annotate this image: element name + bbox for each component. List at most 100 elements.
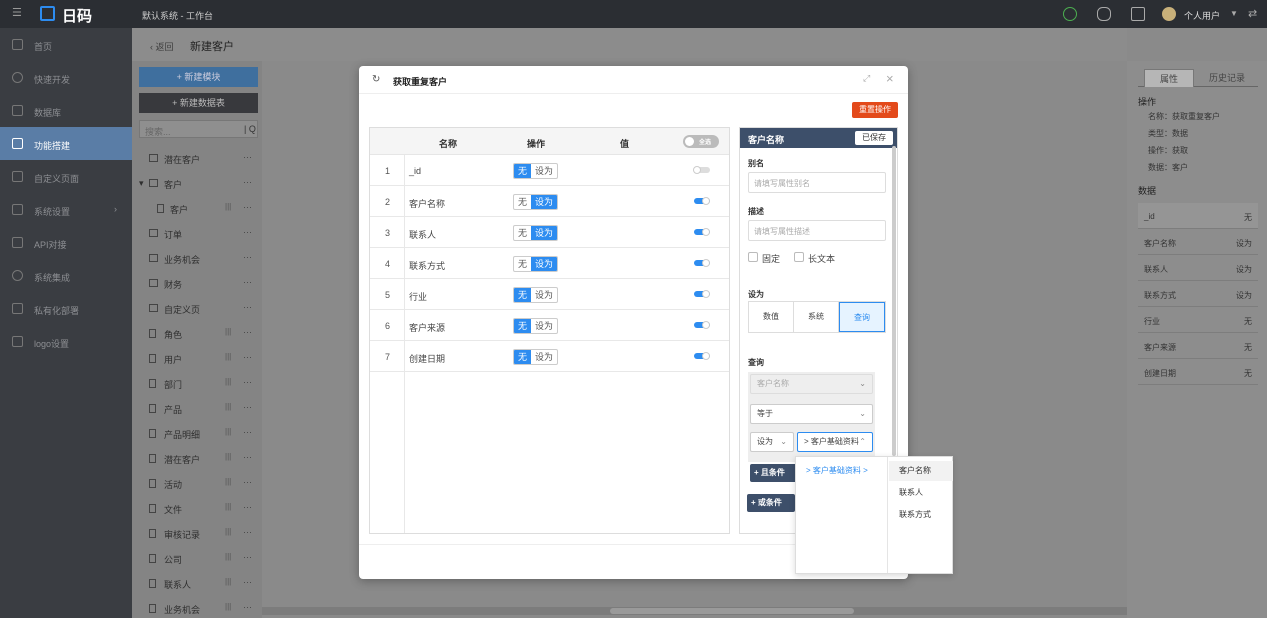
value-path-select[interactable]: > 客户基础资料 ⌃ — [797, 432, 873, 452]
more-icon[interactable]: ··· — [243, 377, 252, 387]
none-option[interactable]: 无 — [514, 319, 532, 333]
avatar[interactable] — [1162, 7, 1176, 21]
nav-item-logo[interactable]: logo设置 — [0, 325, 132, 358]
tab-history[interactable]: 历史记录 — [1202, 69, 1252, 87]
value-switch[interactable] — [694, 290, 710, 298]
vertical-scrollbar[interactable] — [892, 146, 896, 456]
tree-item[interactable]: 审核记录 ||| ··· — [139, 521, 258, 546]
more-icon[interactable]: ··· — [243, 502, 252, 512]
none-option[interactable]: 无 — [514, 195, 531, 209]
more-icon[interactable]: ··· — [243, 602, 252, 612]
more-icon[interactable]: ··· — [243, 577, 252, 587]
nav-item-api[interactable]: API对接 — [0, 226, 132, 259]
saved-button[interactable]: 已保存 — [855, 131, 893, 145]
nav-item-settings[interactable]: 系统设置 › — [0, 193, 132, 226]
more-icon[interactable]: ··· — [243, 227, 252, 237]
tree-item[interactable]: 财务 ··· — [139, 271, 258, 296]
tree-item[interactable]: 客户 ||| ··· — [139, 196, 258, 221]
more-icon[interactable]: ··· — [243, 302, 252, 312]
more-icon[interactable]: ··· — [243, 427, 252, 437]
more-icon[interactable]: ··· — [243, 552, 252, 562]
more-icon[interactable]: ··· — [243, 527, 252, 537]
nav-item-custom-page[interactable]: 自定义页面 — [0, 160, 132, 193]
chevron-down-icon[interactable]: ▾ — [139, 178, 144, 189]
tree-item[interactable]: 产品 ||| ··· — [139, 396, 258, 421]
none-option[interactable]: 无 — [514, 257, 531, 271]
more-icon[interactable]: ··· — [243, 277, 252, 287]
tree-search-input[interactable]: 搜索... | Q — [139, 120, 258, 138]
longtext-checkbox[interactable] — [794, 252, 804, 262]
value-switch[interactable] — [694, 197, 710, 205]
horizontal-scrollbar[interactable] — [262, 607, 1127, 615]
scroll-thumb[interactable] — [610, 608, 854, 614]
tree-item[interactable]: 活动 ||| ··· — [139, 471, 258, 496]
cascader-option[interactable]: 联系方式 — [889, 505, 953, 525]
cascader-option[interactable]: 客户名称 — [889, 461, 953, 481]
tree-item[interactable]: 联系人 ||| ··· — [139, 571, 258, 596]
cascader-option-base[interactable]: > 客户基础资料 > — [796, 461, 888, 481]
tree-item[interactable]: 产品明细 ||| ··· — [139, 421, 258, 446]
none-option[interactable]: 无 — [514, 164, 532, 178]
op-segment[interactable]: 无设为 — [513, 318, 559, 334]
more-icon[interactable]: ··· — [243, 477, 252, 487]
play-icon[interactable] — [1063, 7, 1077, 21]
preview-eye-icon[interactable] — [1097, 7, 1111, 21]
value-switch[interactable] — [694, 321, 710, 329]
value-switch[interactable] — [694, 228, 710, 236]
more-icon[interactable]: ··· — [243, 402, 252, 412]
fullscreen-icon[interactable]: ⤢ — [863, 73, 870, 84]
desc-input[interactable]: 请填写属性描述 — [748, 220, 886, 241]
tree-item[interactable]: 部门 ||| ··· — [139, 371, 258, 396]
set-as-query[interactable]: 查询 — [839, 302, 885, 332]
chevron-down-icon[interactable]: ▼ — [1230, 9, 1238, 18]
set-option[interactable]: 设为 — [531, 226, 558, 240]
none-option[interactable]: 无 — [514, 288, 532, 302]
back-link[interactable]: ‹ 返回 — [150, 40, 174, 53]
nav-item-home[interactable]: 首页 — [0, 28, 132, 61]
tree-item[interactable]: 业务机会 ||| ··· — [139, 596, 258, 618]
new-table-button[interactable]: + 新建数据表 — [139, 93, 258, 113]
refresh-icon[interactable]: ↻ — [372, 74, 380, 85]
set-option[interactable]: 设为 — [531, 288, 557, 302]
more-icon[interactable]: ··· — [243, 177, 252, 187]
nav-item-quick-dev[interactable]: 快速开发 — [0, 61, 132, 94]
operator-select[interactable]: 等于 ⌄ — [750, 404, 873, 424]
reset-operation-button[interactable]: 重置操作 — [852, 102, 898, 118]
value-switch[interactable] — [693, 166, 710, 174]
none-option[interactable]: 无 — [514, 226, 531, 240]
more-icon[interactable]: ··· — [243, 452, 252, 462]
tree-item[interactable]: ▾ 客户 ··· — [139, 171, 258, 196]
set-as-value[interactable]: 数值 — [749, 302, 794, 332]
tree-item[interactable]: 订单 ··· — [139, 221, 258, 246]
more-icon[interactable]: ··· — [243, 252, 252, 262]
cascader-option[interactable]: 联系人 — [889, 483, 953, 503]
op-segment[interactable]: 无设为 — [513, 194, 559, 210]
nav-item-integration[interactable]: 系统集成 — [0, 259, 132, 292]
op-segment[interactable]: 无设为 — [513, 163, 559, 179]
close-icon[interactable]: × — [886, 71, 894, 86]
op-segment[interactable]: 无设为 — [513, 256, 559, 272]
nav-item-database[interactable]: 数据库 — [0, 94, 132, 127]
and-condition-button[interactable]: + 且条件 — [750, 464, 797, 482]
more-icon[interactable]: ··· — [243, 152, 252, 162]
op-segment[interactable]: 无设为 — [513, 287, 559, 303]
value-switch[interactable] — [694, 352, 710, 360]
alias-input[interactable]: 请填写属性别名 — [748, 172, 886, 193]
tree-item[interactable]: 业务机会 ··· — [139, 246, 258, 271]
tree-item[interactable]: 角色 ||| ··· — [139, 321, 258, 346]
op-segment[interactable]: 无设为 — [513, 225, 559, 241]
tree-item[interactable]: 潜在客户 ··· — [139, 146, 258, 171]
set-option[interactable]: 设为 — [531, 257, 558, 271]
set-option[interactable]: 设为 — [531, 195, 558, 209]
user-name[interactable]: 个人用户 — [1184, 9, 1220, 22]
set-as-system[interactable]: 系统 — [794, 302, 839, 332]
menu-toggle-icon[interactable]: ☰ — [12, 7, 24, 19]
more-icon[interactable]: ··· — [243, 352, 252, 362]
none-option[interactable]: 无 — [514, 350, 532, 364]
set-option[interactable]: 设为 — [531, 319, 557, 333]
tree-item[interactable]: 用户 ||| ··· — [139, 346, 258, 371]
value-type-select[interactable]: 设为 ⌄ — [750, 432, 794, 452]
set-option[interactable]: 设为 — [531, 164, 557, 178]
tree-item[interactable]: 自定义页 ··· — [139, 296, 258, 321]
toggle-all-switch[interactable]: 全选 — [683, 135, 719, 148]
